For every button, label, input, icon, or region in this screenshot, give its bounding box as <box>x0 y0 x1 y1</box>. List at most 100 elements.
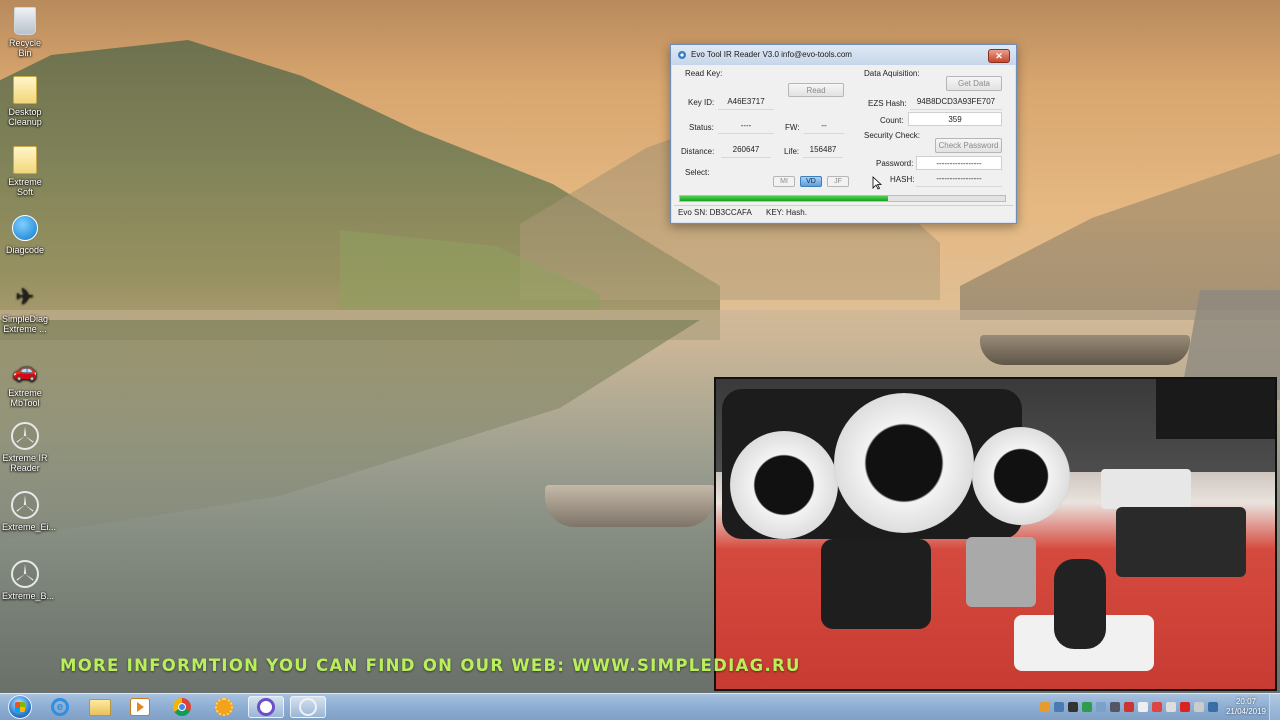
mercedes-star-icon <box>11 491 39 519</box>
taskbar-recorder-app[interactable] <box>248 696 284 718</box>
desktop-icon-label: Extreme MbTool <box>8 388 42 408</box>
website-banner: MORE INFORMTION YOU CAN FIND ON OUR WEB:… <box>60 656 801 675</box>
key-id-label: Key ID: <box>688 98 715 107</box>
data-acquisition-section-label: Data Aquisition: <box>864 69 920 78</box>
tray-app-icon[interactable] <box>1138 702 1148 712</box>
key-id-value: A46E3717 <box>718 95 774 110</box>
life-value: 156487 <box>803 143 843 158</box>
taskbar-file-explorer[interactable] <box>82 696 118 718</box>
tray-app-icon[interactable] <box>1054 702 1064 712</box>
mercedes-star-icon <box>299 698 317 716</box>
select-jf-option[interactable]: JF <box>827 176 849 187</box>
desktop-icon-extreme-ir-reader[interactable]: Extreme IR Reader <box>2 421 48 473</box>
mercedes-star-icon <box>11 560 39 588</box>
desktop-icon-label: Diagcode <box>5 245 45 255</box>
desktop-icon-label: SimpleDiag Extreme ... <box>2 314 49 334</box>
taskbar-clock[interactable]: 20:07 21/04/2019 <box>1226 697 1266 717</box>
status-bar: Evo SN: DB3CCAFA KEY: Hash. <box>674 205 1013 220</box>
select-mi-option[interactable]: MI <box>773 176 795 187</box>
chrome-icon <box>173 698 191 716</box>
programmer-board-image <box>1116 507 1246 577</box>
clock-time: 20:07 <box>1235 697 1256 706</box>
tray-app-icon[interactable] <box>1082 702 1092 712</box>
monitor-image <box>1156 379 1275 439</box>
recycle-bin-icon <box>14 7 36 35</box>
media-player-icon <box>130 698 150 716</box>
password-field[interactable]: ----------------- <box>916 156 1002 170</box>
fw-value: -- <box>804 119 844 134</box>
window-title: Evo Tool IR Reader V3.0 info@evo-tools.c… <box>691 50 852 59</box>
start-button[interactable] <box>2 695 38 719</box>
internet-explorer-icon: e <box>51 698 69 716</box>
folder-icon <box>89 698 111 716</box>
hash-value: ----------------- <box>916 172 1002 187</box>
desktop-icon-label: Extreme IR Reader <box>2 453 48 473</box>
tray-app-icon[interactable] <box>1040 702 1050 712</box>
tray-app-icon[interactable] <box>1124 702 1134 712</box>
read-key-section-label: Read Key: <box>685 69 723 78</box>
ezs-module-image <box>821 539 931 629</box>
desktop-icon-extreme-mbtool[interactable]: 🚗 Extreme MbTool <box>2 356 48 408</box>
tray-app-icon[interactable] <box>1152 702 1162 712</box>
desktop-icon-extreme-b[interactable]: Extreme_B... <box>2 559 55 601</box>
taskbar-evo-tool[interactable] <box>290 696 326 718</box>
hash-label: HASH: <box>890 175 915 184</box>
show-desktop-button[interactable] <box>1269 694 1280 720</box>
desktop-icon-extreme-ei[interactable]: Extreme_Ei... <box>2 490 56 532</box>
desktop-icon-label: Recycle Bin <box>8 38 41 58</box>
distance-value: 260647 <box>721 143 771 158</box>
ezs-hash-label: EZS Hash: <box>868 99 907 108</box>
clock-date: 21/04/2019 <box>1225 707 1266 716</box>
read-button[interactable]: Read <box>788 83 844 97</box>
speedometer-image <box>834 393 974 533</box>
desktop-icon-desktop-cleanup[interactable]: Desktop Cleanup <box>2 75 48 127</box>
window-titlebar[interactable]: Evo Tool IR Reader V3.0 info@evo-tools.c… <box>671 45 1016 65</box>
distance-label: Distance: <box>681 147 715 156</box>
count-value[interactable]: 359 <box>908 112 1002 126</box>
select-label: Select: <box>685 168 710 177</box>
taskbar-settings-app[interactable] <box>206 696 242 718</box>
system-tray <box>1040 699 1218 715</box>
security-check-section-label: Security Check: <box>864 131 921 140</box>
simplediag-icon: ✈ <box>15 284 35 309</box>
evo-tool-ir-reader-window: Evo Tool IR Reader V3.0 info@evo-tools.c… <box>670 44 1017 224</box>
taskbar-chrome[interactable] <box>164 696 200 718</box>
mercedes-star-icon <box>11 422 39 450</box>
network-icon[interactable] <box>1194 702 1204 712</box>
desktop-icon-extreme-soft[interactable]: Extreme Soft <box>2 145 48 197</box>
desktop-icon-recycle-bin[interactable]: Recycle Bin <box>2 6 48 58</box>
tray-app-icon[interactable] <box>1096 702 1106 712</box>
password-label: Password: <box>876 159 914 168</box>
ezs-hash-value: 94B8DCD3A93FE707 <box>910 95 1002 110</box>
volume-icon[interactable] <box>1166 702 1176 712</box>
close-button[interactable]: ✕ <box>988 49 1010 63</box>
left-gauge-image <box>730 431 838 539</box>
language-icon[interactable] <box>1208 702 1218 712</box>
programmer-device-image <box>1101 469 1191 509</box>
count-label: Count: <box>880 116 904 125</box>
desktop-icon-label: Extreme_B... <box>2 591 55 601</box>
video-overlay <box>714 377 1277 691</box>
car-key-image <box>1054 559 1106 649</box>
car-icon: 🚗 <box>12 360 38 382</box>
folder-icon <box>13 76 37 104</box>
tray-app-icon[interactable] <box>1110 702 1120 712</box>
get-data-button[interactable]: Get Data <box>946 76 1002 91</box>
taskbar-internet-explorer[interactable]: e <box>42 696 78 718</box>
check-password-button[interactable]: Check Password <box>935 138 1002 153</box>
diagcode-icon <box>12 215 38 241</box>
desktop-icon-diagcode[interactable]: Diagcode <box>2 213 48 255</box>
desktop-icon-label: Desktop Cleanup <box>8 107 42 127</box>
mouse-cursor-icon <box>872 176 882 190</box>
tray-app-icon[interactable] <box>1068 702 1078 712</box>
desktop-icon-simplediag-extreme[interactable]: ✈ SimpleDiag Extreme ... <box>2 282 48 334</box>
taskbar-media-player[interactable] <box>122 696 158 718</box>
folder-icon <box>13 146 37 174</box>
status-label: Status: <box>689 123 714 132</box>
ecu-module-image <box>966 537 1036 607</box>
select-vd-option[interactable]: VD <box>800 176 822 187</box>
recorder-icon <box>257 698 275 716</box>
life-label: Life: <box>784 147 800 156</box>
progress-bar <box>679 195 1006 202</box>
tray-app-icon[interactable] <box>1180 702 1190 712</box>
